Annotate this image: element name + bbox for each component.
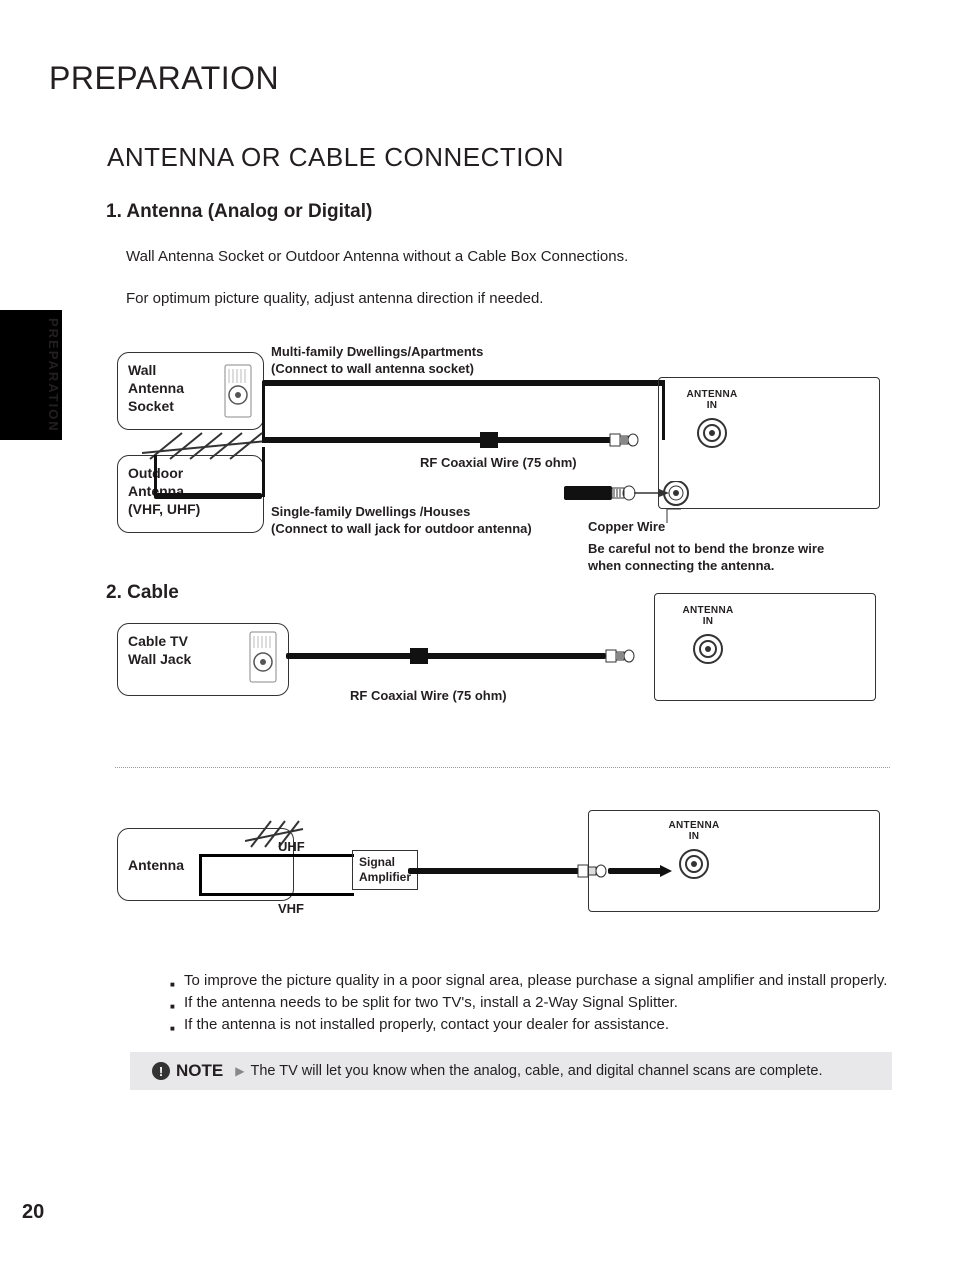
divider	[115, 767, 890, 768]
bullet-2: If the antenna needs to be split for two…	[170, 992, 930, 1014]
section-title: ANTENNA OR CABLE CONNECTION	[107, 142, 564, 173]
antenna-box-3-label: Antenna	[128, 856, 184, 874]
heading-antenna: 1. Antenna (Analog or Digital)	[106, 201, 372, 223]
antenna-desc-1: Wall Antenna Socket or Outdoor Antenna w…	[126, 247, 726, 267]
cable-jack-box: Cable TV Wall Jack	[117, 623, 289, 696]
antenna-box-3: Antenna	[117, 828, 294, 901]
outdoor-l1: Outdoor	[128, 464, 253, 482]
coax-connector-icon-2	[604, 647, 636, 665]
coax-port-icon-3	[676, 846, 712, 882]
multi-l1: Multi-family Dwellings/Apartments	[271, 343, 483, 360]
diagram-amplifier: Antenna UHF VHF Signal Amplifier	[110, 820, 890, 930]
antenna-desc-2: For optimum picture quality, adjust ante…	[126, 289, 543, 309]
antenna-in-port-2: ANTENNA IN	[678, 605, 738, 670]
note-label: NOTE	[176, 1061, 223, 1081]
diagram-cable: Cable TV Wall Jack RF Coaxial Wire (7	[110, 615, 890, 711]
bullet-3: If the antenna is not installed properly…	[170, 1014, 930, 1036]
amp-l2: Amplifier	[359, 870, 411, 885]
heading-cable: 2. Cable	[106, 582, 179, 604]
rf-label-2: RF Coaxial Wire (75 ohm)	[350, 687, 507, 704]
side-tab-text: PREPARATION	[46, 318, 61, 433]
tv-amp-panel	[588, 810, 880, 912]
antenna-in-port-1: ANTENNA IN	[682, 389, 742, 454]
note-box: ! NOTE ▶ The TV will let you know when t…	[130, 1052, 892, 1090]
multi-family-label: Multi-family Dwellings/Apartments (Conne…	[271, 343, 483, 377]
caution-l2: when connecting the antenna.	[588, 557, 878, 574]
note-caret-icon: ▶	[235, 1064, 244, 1078]
bullet-list: To improve the picture quality in a poor…	[130, 970, 930, 1036]
wall-socket-icon	[219, 363, 257, 419]
coax-port-icon	[694, 415, 730, 451]
note-icon: !	[152, 1062, 170, 1080]
single-l1: Single-family Dwellings /Houses	[271, 503, 532, 520]
note-text: The TV will let you know when the analog…	[250, 1063, 822, 1079]
antenna-in-port-3: ANTENNA IN	[663, 820, 725, 885]
outdoor-l3: (VHF, UHF)	[128, 500, 253, 518]
caution-l1: Be careful not to bend the bronze wire	[588, 540, 878, 557]
copper-wire-connector-icon	[564, 483, 674, 503]
coax-port-icon-2	[690, 631, 726, 667]
copper-arrow-icon	[665, 507, 689, 525]
caution-label: Be careful not to bend the bronze wire w…	[588, 540, 878, 574]
page-number: 20	[22, 1201, 44, 1224]
single-family-label: Single-family Dwellings /Houses (Connect…	[271, 503, 532, 537]
uhf-label: UHF	[278, 838, 305, 855]
wall-socket-box: Wall Antenna Socket	[117, 352, 264, 430]
amp-l1: Signal	[359, 855, 411, 870]
page-title: PREPARATION	[49, 60, 279, 97]
single-l2: (Connect to wall jack for outdoor antenn…	[271, 520, 532, 537]
cable-jack-icon	[244, 630, 282, 686]
bullet-1: To improve the picture quality in a poor…	[170, 970, 930, 992]
outdoor-antenna-icon	[142, 427, 272, 463]
multi-l2: (Connect to wall antenna socket)	[271, 360, 483, 377]
coax-connector-icon	[608, 431, 640, 449]
vhf-label: VHF	[278, 900, 304, 917]
rf-label-1: RF Coaxial Wire (75 ohm)	[420, 454, 577, 471]
copper-wire-label: Copper Wire	[588, 518, 665, 535]
diagram-antenna: Wall Antenna Socket Outdoor Antenna (VHF…	[110, 335, 890, 575]
